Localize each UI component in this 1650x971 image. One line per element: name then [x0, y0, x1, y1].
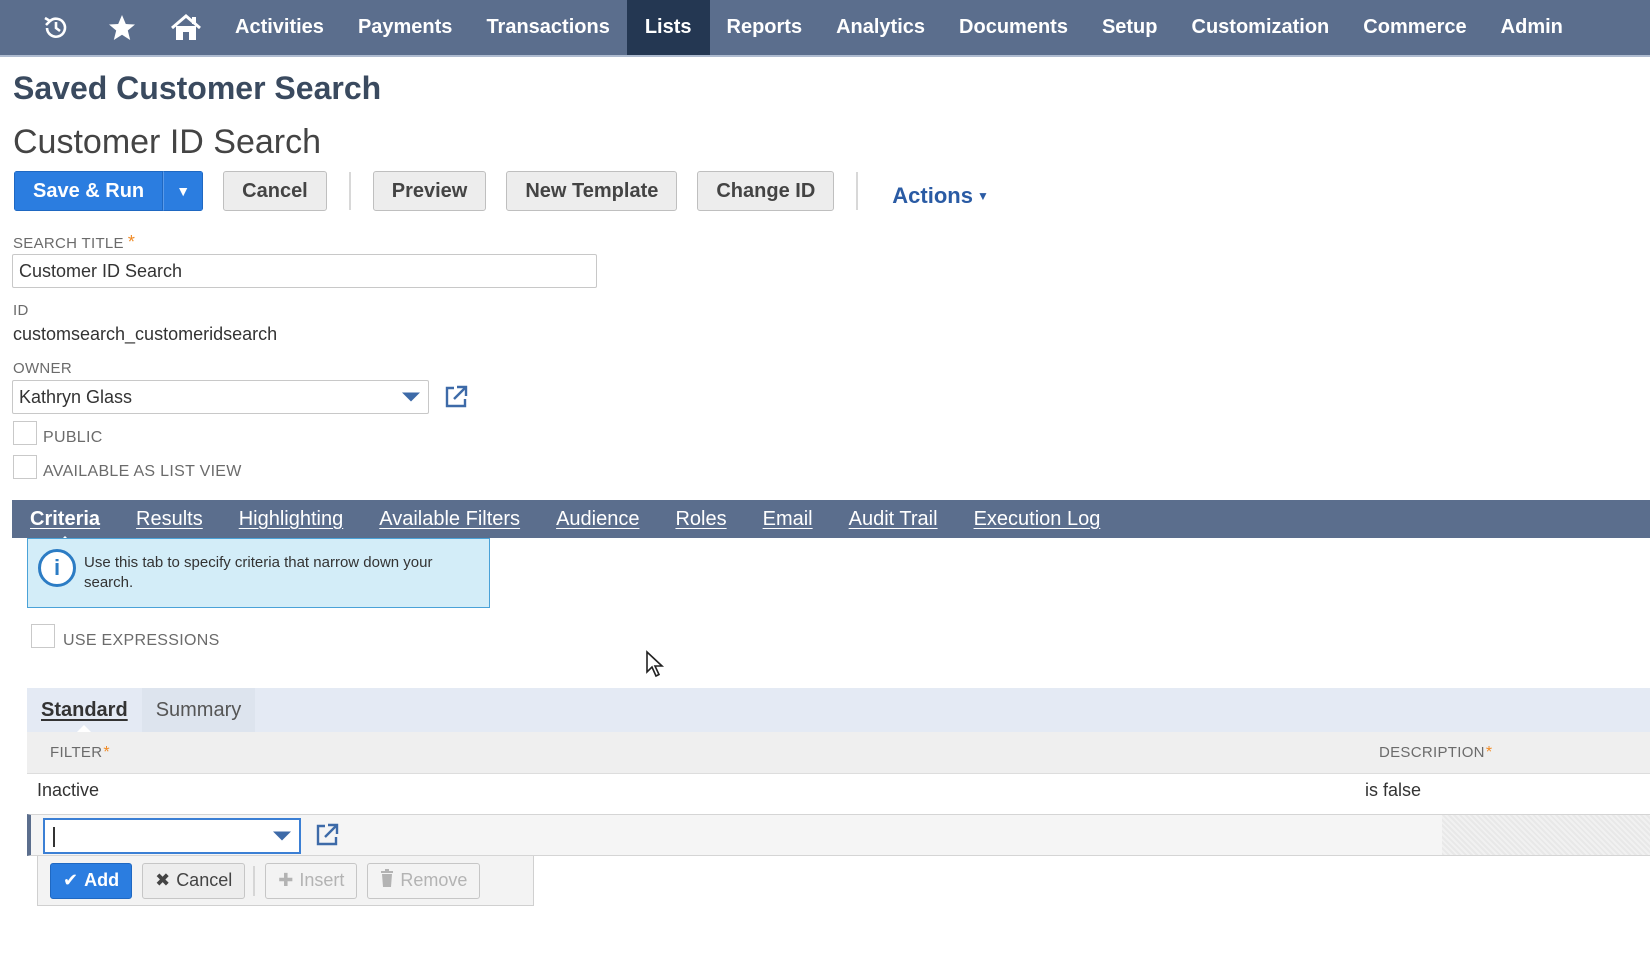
use-expressions-label: USE EXPRESSIONS [63, 632, 220, 649]
trash-icon [380, 869, 394, 892]
chevron-down-icon: ▼ [176, 183, 191, 199]
cancel-button[interactable]: Cancel [223, 171, 327, 211]
criteria-info-box: i Use this tab to specify criteria that … [27, 538, 490, 608]
mouse-pointer-icon [645, 650, 665, 683]
tab-available-filters[interactable]: Available Filters [379, 508, 520, 531]
toolbar-separator [348, 172, 351, 210]
description-column-label: DESCRIPTION [1379, 744, 1485, 761]
subtab-bar: Criteria Results Highlighting Available … [12, 500, 1650, 538]
criteria-inner-tabs: Standard Summary [27, 688, 1650, 732]
criteria-grid-header: FILTER* DESCRIPTION* [27, 732, 1650, 774]
add-row-button[interactable]: ✔ Add [50, 862, 133, 899]
action-toolbar: Save & Run ▼ Cancel Preview New Template… [14, 171, 989, 211]
filter-cell: Inactive [37, 780, 100, 800]
list-view-checkbox[interactable] [13, 455, 37, 479]
required-star-icon: * [1485, 744, 1493, 761]
required-star-icon: * [103, 744, 110, 761]
nav-setup[interactable]: Setup [1085, 0, 1175, 55]
top-nav: Activities Payments Transactions Lists R… [0, 0, 1650, 57]
info-icon: i [38, 549, 76, 587]
toolbar-separator [856, 172, 859, 210]
insert-row-button[interactable]: ✚ Insert [265, 862, 358, 899]
use-expressions-checkbox[interactable] [31, 624, 55, 648]
row-actions-separator [253, 865, 256, 896]
nav-lists[interactable]: Lists [626, 0, 710, 55]
nav-documents[interactable]: Documents [942, 0, 1085, 55]
text-cursor [53, 827, 55, 847]
search-title-label-text: SEARCH TITLE [13, 235, 124, 252]
star-icon[interactable] [90, 0, 154, 55]
x-icon: ✖ [155, 870, 171, 890]
row-action-bar: ✔ Add ✖ Cancel ✚ Insert Remove [37, 856, 534, 906]
open-record-icon[interactable] [442, 383, 470, 411]
save-run-button[interactable]: Save & Run [14, 171, 164, 211]
tab-audit-trail[interactable]: Audit Trail [849, 508, 938, 531]
id-value: customsearch_customeridsearch [13, 324, 278, 344]
table-row[interactable]: Inactive is false [27, 774, 1650, 814]
dropdown-arrow-icon [273, 831, 291, 841]
tab-standard[interactable]: Standard [27, 688, 142, 732]
criteria-edit-row [27, 814, 1650, 856]
new-template-button[interactable]: New Template [506, 171, 678, 211]
nav-analytics[interactable]: Analytics [819, 0, 942, 55]
public-checkbox[interactable] [13, 421, 37, 445]
description-cell: is false [1365, 780, 1422, 800]
tab-highlighting[interactable]: Highlighting [239, 508, 344, 531]
required-star-icon: * [127, 232, 136, 252]
nav-reports[interactable]: Reports [710, 0, 820, 55]
nav-activities[interactable]: Activities [218, 0, 341, 55]
home-icon[interactable] [154, 0, 218, 55]
recent-records-icon[interactable] [22, 0, 90, 55]
nav-payments[interactable]: Payments [341, 0, 470, 55]
save-run-button-group: Save & Run ▼ [14, 171, 204, 211]
checkmark-icon: ✔ [63, 870, 79, 890]
nav-commerce[interactable]: Commerce [1346, 0, 1483, 55]
preview-button[interactable]: Preview [372, 171, 487, 211]
nav-transactions[interactable]: Transactions [469, 0, 626, 55]
list-view-label: AVAILABLE AS LIST VIEW [43, 463, 242, 480]
change-id-button[interactable]: Change ID [697, 171, 835, 211]
owner-select[interactable]: Kathryn Glass [12, 380, 429, 414]
nav-admin[interactable]: Admin [1484, 0, 1580, 55]
tab-results[interactable]: Results [136, 508, 203, 531]
add-row-label: Add [84, 870, 120, 890]
filter-column-label: FILTER [50, 744, 103, 761]
search-title-value: Customer ID Search [19, 260, 183, 281]
id-label: ID [13, 302, 29, 319]
filter-select[interactable] [43, 818, 301, 854]
tab-roles[interactable]: Roles [675, 508, 726, 531]
record-name: Customer ID Search [13, 123, 321, 161]
save-options-dropdown[interactable]: ▼ [163, 171, 204, 211]
tab-audience[interactable]: Audience [556, 508, 639, 531]
insert-row-label: Insert [299, 870, 345, 890]
tab-email[interactable]: Email [763, 508, 813, 531]
tab-criteria[interactable]: Criteria [30, 508, 100, 531]
caret-down-icon: ▼ [976, 189, 989, 203]
remove-row-label: Remove [400, 870, 468, 890]
page-title: Saved Customer Search [13, 70, 382, 106]
search-title-input[interactable]: Customer ID Search [12, 254, 597, 288]
actions-menu[interactable]: Actions ▼ [892, 183, 989, 209]
tab-summary[interactable]: Summary [141, 688, 256, 732]
remove-row-button[interactable]: Remove [367, 862, 481, 899]
plus-icon: ✚ [278, 870, 294, 890]
public-label: PUBLIC [43, 429, 103, 446]
search-title-label: SEARCH TITLE * [13, 232, 135, 253]
cancel-row-label: Cancel [176, 870, 233, 890]
open-filter-record-icon[interactable] [313, 821, 341, 849]
nav-customization[interactable]: Customization [1175, 0, 1347, 55]
owner-label: OWNER [13, 360, 72, 377]
description-column-header: DESCRIPTION* [1379, 744, 1492, 762]
info-text: Use this tab to specify criteria that na… [84, 554, 433, 591]
tab-execution-log[interactable]: Execution Log [974, 508, 1101, 531]
cancel-row-button[interactable]: ✖ Cancel [142, 862, 246, 899]
actions-label: Actions [892, 183, 973, 208]
description-cell-disabled [1442, 815, 1650, 855]
filter-column-header: FILTER* [50, 744, 110, 762]
owner-value: Kathryn Glass [19, 386, 133, 407]
dropdown-arrow-icon [402, 392, 420, 402]
